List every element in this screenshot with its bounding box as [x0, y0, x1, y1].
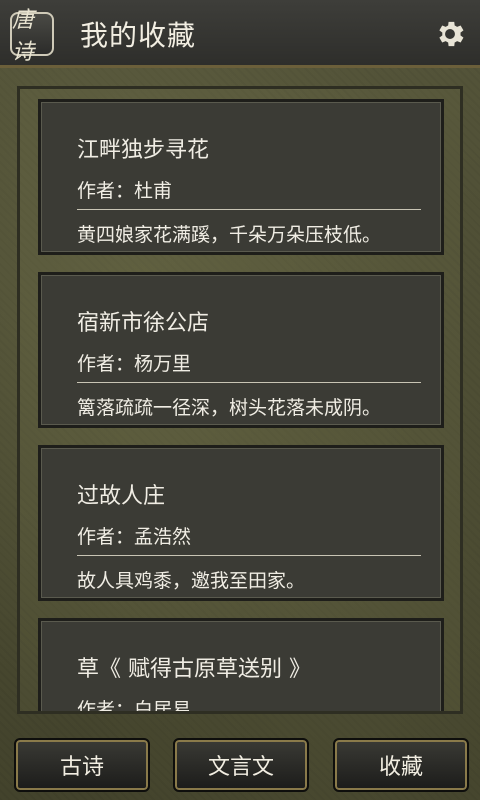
poem-author: 作者：杨万里: [77, 353, 192, 375]
divider: [77, 555, 421, 556]
divider: [77, 382, 421, 383]
poem-title: 宿新市徐公店: [77, 311, 210, 336]
app-header: 唐诗 我的收藏: [0, 0, 480, 68]
app-logo: 唐诗: [10, 8, 54, 65]
poem-line: 篱落疏疏一径深，树头花落未成阴。: [77, 397, 382, 419]
nav-tab-favorites[interactable]: 收藏: [333, 738, 469, 792]
gear-icon: [439, 21, 464, 47]
nav-tab-classical-prose[interactable]: 文言文: [173, 738, 309, 792]
bottom-nav: 古诗 文言文 收藏: [0, 726, 480, 800]
poem-card[interactable]: 过故人庄 作者：孟浩然 故人具鸡黍，邀我至田家。: [38, 445, 444, 601]
poem-author: 作者：白居易: [77, 699, 192, 714]
poem-line: 黄四娘家花满蹊，千朵万朵压枝低。: [77, 224, 382, 246]
settings-button[interactable]: [430, 14, 470, 54]
poem-title: 过故人庄: [77, 484, 166, 509]
poem-card[interactable]: 草《 赋得古原草送别 》 作者：白居易: [38, 618, 444, 714]
favorites-list[interactable]: 江畔独步寻花 作者：杜甫 黄四娘家花满蹊，千朵万朵压枝低。 宿新市徐公店 作者：…: [17, 86, 463, 714]
logo-text: 唐诗: [12, 8, 35, 65]
poem-title: 江畔独步寻花: [77, 138, 210, 163]
poem-card[interactable]: 宿新市徐公店 作者：杨万里 篱落疏疏一径深，树头花落未成阴。: [38, 272, 444, 428]
poem-line: 故人具鸡黍，邀我至田家。: [77, 570, 306, 592]
page-title: 我的收藏: [80, 19, 197, 52]
poem-card[interactable]: 江畔独步寻花 作者：杜甫 黄四娘家花满蹊，千朵万朵压枝低。: [38, 99, 444, 255]
poem-author: 作者：杜甫: [77, 180, 173, 202]
divider: [77, 209, 421, 210]
poem-author: 作者：孟浩然: [77, 526, 192, 548]
nav-tab-poems[interactable]: 古诗: [14, 738, 150, 792]
poem-title: 草《 赋得古原草送别 》: [77, 657, 311, 682]
